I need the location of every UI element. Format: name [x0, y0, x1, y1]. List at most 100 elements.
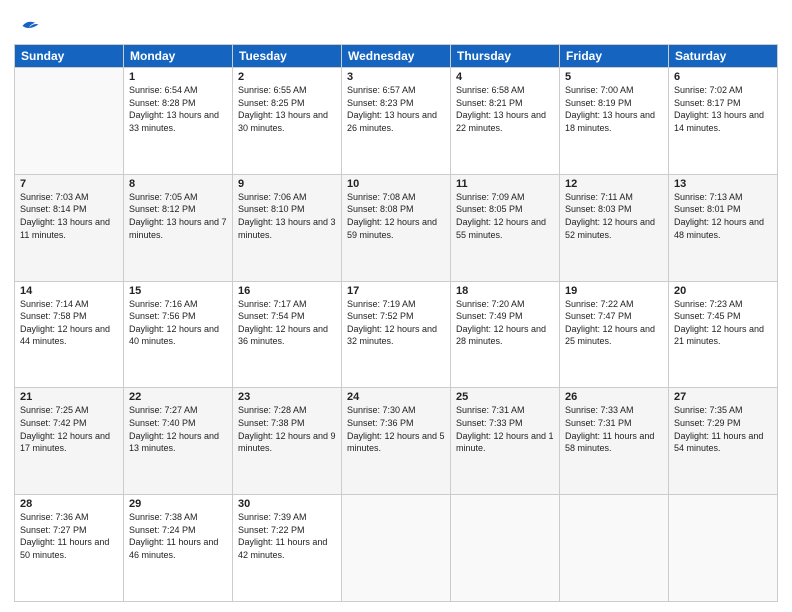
day-number: 26 [565, 391, 663, 403]
day-info: Sunrise: 7:38 AMSunset: 7:24 PMDaylight:… [129, 511, 227, 561]
day-cell-23: 23Sunrise: 7:28 AMSunset: 7:38 PMDayligh… [233, 388, 342, 495]
day-info: Sunrise: 7:39 AMSunset: 7:22 PMDaylight:… [238, 511, 336, 561]
day-info: Sunrise: 7:14 AMSunset: 7:58 PMDaylight:… [20, 298, 118, 348]
day-info: Sunrise: 7:06 AMSunset: 8:10 PMDaylight:… [238, 191, 336, 241]
day-number: 10 [347, 178, 445, 190]
day-info: Sunrise: 7:02 AMSunset: 8:17 PMDaylight:… [674, 84, 772, 134]
day-cell-16: 16Sunrise: 7:17 AMSunset: 7:54 PMDayligh… [233, 281, 342, 388]
day-info: Sunrise: 7:30 AMSunset: 7:36 PMDaylight:… [347, 404, 445, 454]
day-info: Sunrise: 7:28 AMSunset: 7:38 PMDaylight:… [238, 404, 336, 454]
empty-cell [560, 495, 669, 602]
day-cell-19: 19Sunrise: 7:22 AMSunset: 7:47 PMDayligh… [560, 281, 669, 388]
day-number: 20 [674, 285, 772, 297]
calendar-week-5: 28Sunrise: 7:36 AMSunset: 7:27 PMDayligh… [15, 495, 778, 602]
day-cell-12: 12Sunrise: 7:11 AMSunset: 8:03 PMDayligh… [560, 174, 669, 281]
day-cell-8: 8Sunrise: 7:05 AMSunset: 8:12 PMDaylight… [124, 174, 233, 281]
day-number: 15 [129, 285, 227, 297]
day-info: Sunrise: 6:55 AMSunset: 8:25 PMDaylight:… [238, 84, 336, 134]
day-info: Sunrise: 7:11 AMSunset: 8:03 PMDaylight:… [565, 191, 663, 241]
day-cell-15: 15Sunrise: 7:16 AMSunset: 7:56 PMDayligh… [124, 281, 233, 388]
day-number: 14 [20, 285, 118, 297]
calendar-week-1: 1Sunrise: 6:54 AMSunset: 8:28 PMDaylight… [15, 68, 778, 175]
top-section [14, 10, 778, 38]
day-cell-6: 6Sunrise: 7:02 AMSunset: 8:17 PMDaylight… [669, 68, 778, 175]
header-tuesday: Tuesday [233, 45, 342, 68]
day-info: Sunrise: 7:36 AMSunset: 7:27 PMDaylight:… [20, 511, 118, 561]
day-cell-26: 26Sunrise: 7:33 AMSunset: 7:31 PMDayligh… [560, 388, 669, 495]
day-number: 30 [238, 498, 336, 510]
day-info: Sunrise: 6:54 AMSunset: 8:28 PMDaylight:… [129, 84, 227, 134]
day-cell-28: 28Sunrise: 7:36 AMSunset: 7:27 PMDayligh… [15, 495, 124, 602]
day-number: 27 [674, 391, 772, 403]
day-cell-20: 20Sunrise: 7:23 AMSunset: 7:45 PMDayligh… [669, 281, 778, 388]
empty-cell [451, 495, 560, 602]
day-number: 4 [456, 71, 554, 83]
empty-cell [669, 495, 778, 602]
day-info: Sunrise: 7:13 AMSunset: 8:01 PMDaylight:… [674, 191, 772, 241]
day-number: 19 [565, 285, 663, 297]
day-cell-18: 18Sunrise: 7:20 AMSunset: 7:49 PMDayligh… [451, 281, 560, 388]
day-info: Sunrise: 7:03 AMSunset: 8:14 PMDaylight:… [20, 191, 118, 241]
day-number: 21 [20, 391, 118, 403]
day-number: 3 [347, 71, 445, 83]
day-cell-1: 1Sunrise: 6:54 AMSunset: 8:28 PMDaylight… [124, 68, 233, 175]
day-number: 2 [238, 71, 336, 83]
day-info: Sunrise: 7:35 AMSunset: 7:29 PMDaylight:… [674, 404, 772, 454]
day-info: Sunrise: 7:23 AMSunset: 7:45 PMDaylight:… [674, 298, 772, 348]
logo [14, 14, 40, 38]
day-cell-10: 10Sunrise: 7:08 AMSunset: 8:08 PMDayligh… [342, 174, 451, 281]
day-info: Sunrise: 7:16 AMSunset: 7:56 PMDaylight:… [129, 298, 227, 348]
day-number: 22 [129, 391, 227, 403]
calendar-week-4: 21Sunrise: 7:25 AMSunset: 7:42 PMDayligh… [15, 388, 778, 495]
day-info: Sunrise: 7:08 AMSunset: 8:08 PMDaylight:… [347, 191, 445, 241]
day-number: 12 [565, 178, 663, 190]
calendar-week-2: 7Sunrise: 7:03 AMSunset: 8:14 PMDaylight… [15, 174, 778, 281]
day-number: 17 [347, 285, 445, 297]
calendar-header-row: SundayMondayTuesdayWednesdayThursdayFrid… [15, 45, 778, 68]
day-info: Sunrise: 7:00 AMSunset: 8:19 PMDaylight:… [565, 84, 663, 134]
calendar: SundayMondayTuesdayWednesdayThursdayFrid… [14, 44, 778, 602]
day-cell-17: 17Sunrise: 7:19 AMSunset: 7:52 PMDayligh… [342, 281, 451, 388]
day-number: 11 [456, 178, 554, 190]
day-info: Sunrise: 7:20 AMSunset: 7:49 PMDaylight:… [456, 298, 554, 348]
day-cell-7: 7Sunrise: 7:03 AMSunset: 8:14 PMDaylight… [15, 174, 124, 281]
header-wednesday: Wednesday [342, 45, 451, 68]
day-info: Sunrise: 7:19 AMSunset: 7:52 PMDaylight:… [347, 298, 445, 348]
day-number: 18 [456, 285, 554, 297]
day-number: 23 [238, 391, 336, 403]
day-info: Sunrise: 7:22 AMSunset: 7:47 PMDaylight:… [565, 298, 663, 348]
day-number: 8 [129, 178, 227, 190]
header-sunday: Sunday [15, 45, 124, 68]
day-info: Sunrise: 7:05 AMSunset: 8:12 PMDaylight:… [129, 191, 227, 241]
day-info: Sunrise: 7:33 AMSunset: 7:31 PMDaylight:… [565, 404, 663, 454]
day-number: 29 [129, 498, 227, 510]
day-cell-29: 29Sunrise: 7:38 AMSunset: 7:24 PMDayligh… [124, 495, 233, 602]
day-cell-25: 25Sunrise: 7:31 AMSunset: 7:33 PMDayligh… [451, 388, 560, 495]
day-info: Sunrise: 7:27 AMSunset: 7:40 PMDaylight:… [129, 404, 227, 454]
day-number: 9 [238, 178, 336, 190]
day-info: Sunrise: 7:31 AMSunset: 7:33 PMDaylight:… [456, 404, 554, 454]
day-number: 7 [20, 178, 118, 190]
day-number: 5 [565, 71, 663, 83]
day-cell-24: 24Sunrise: 7:30 AMSunset: 7:36 PMDayligh… [342, 388, 451, 495]
day-cell-2: 2Sunrise: 6:55 AMSunset: 8:25 PMDaylight… [233, 68, 342, 175]
logo-bird-icon [16, 14, 40, 38]
day-cell-3: 3Sunrise: 6:57 AMSunset: 8:23 PMDaylight… [342, 68, 451, 175]
day-cell-22: 22Sunrise: 7:27 AMSunset: 7:40 PMDayligh… [124, 388, 233, 495]
day-cell-13: 13Sunrise: 7:13 AMSunset: 8:01 PMDayligh… [669, 174, 778, 281]
header-thursday: Thursday [451, 45, 560, 68]
header-friday: Friday [560, 45, 669, 68]
day-cell-30: 30Sunrise: 7:39 AMSunset: 7:22 PMDayligh… [233, 495, 342, 602]
day-number: 13 [674, 178, 772, 190]
day-number: 6 [674, 71, 772, 83]
day-number: 25 [456, 391, 554, 403]
day-cell-21: 21Sunrise: 7:25 AMSunset: 7:42 PMDayligh… [15, 388, 124, 495]
empty-cell [342, 495, 451, 602]
day-number: 24 [347, 391, 445, 403]
calendar-week-3: 14Sunrise: 7:14 AMSunset: 7:58 PMDayligh… [15, 281, 778, 388]
empty-cell [15, 68, 124, 175]
day-info: Sunrise: 7:09 AMSunset: 8:05 PMDaylight:… [456, 191, 554, 241]
day-info: Sunrise: 7:25 AMSunset: 7:42 PMDaylight:… [20, 404, 118, 454]
day-info: Sunrise: 7:17 AMSunset: 7:54 PMDaylight:… [238, 298, 336, 348]
day-number: 16 [238, 285, 336, 297]
